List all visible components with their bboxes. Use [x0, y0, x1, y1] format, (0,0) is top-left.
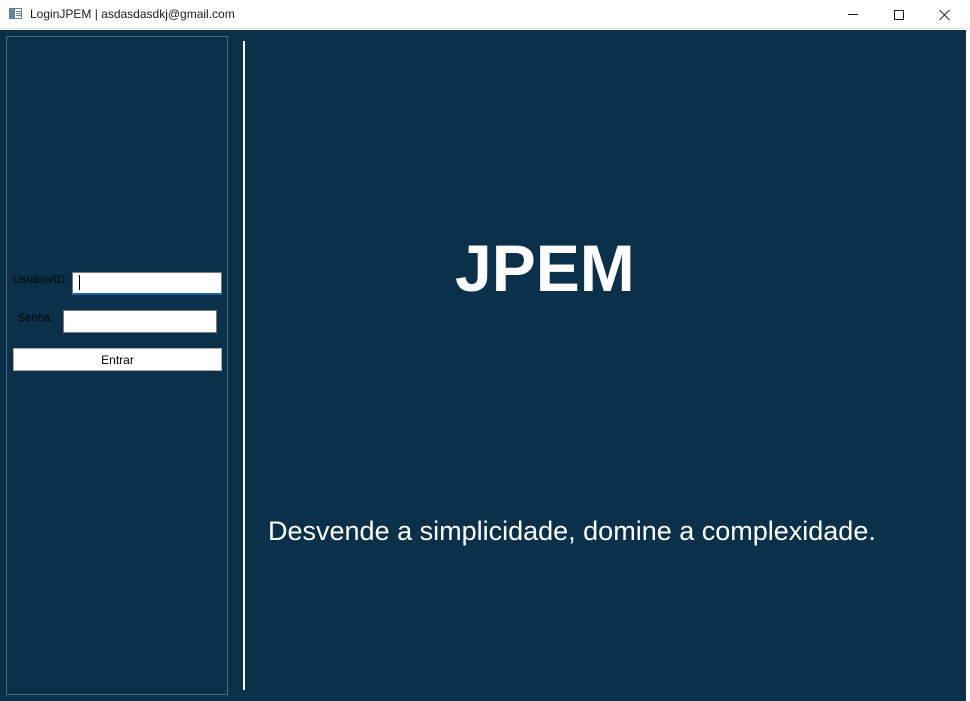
brand-tagline: Desvende a simplicidade, domine a comple… — [268, 516, 876, 546]
vertical-divider — [243, 41, 245, 690]
app-window-icon — [9, 8, 22, 19]
minimize-icon — [848, 14, 858, 15]
login-panel: Usuário/ID: Senha: Entrar — [6, 36, 228, 695]
close-button[interactable] — [922, 0, 968, 29]
maximize-icon — [894, 9, 904, 20]
client-area: Usuário/ID: Senha: Entrar JPEM Desvende … — [0, 30, 966, 701]
minimize-button[interactable] — [830, 0, 876, 29]
brand-title: JPEM — [455, 231, 635, 305]
password-label: Senha: — [18, 312, 53, 324]
password-input[interactable] — [63, 310, 217, 333]
window-title: LoginJPEM | asdasdasdkj@gmail.com — [30, 7, 235, 21]
close-icon — [939, 9, 951, 21]
text-caret — [79, 275, 80, 290]
app-window: LoginJPEM | asdasdasdkj@gmail.com Usuári… — [0, 0, 970, 701]
maximize-button[interactable] — [876, 0, 922, 29]
user-label: Usuário/ID: — [13, 274, 69, 286]
user-input[interactable] — [72, 272, 222, 295]
login-button[interactable]: Entrar — [13, 348, 222, 371]
title-bar[interactable]: LoginJPEM | asdasdasdkj@gmail.com — [0, 0, 970, 29]
window-edge — [966, 30, 970, 701]
